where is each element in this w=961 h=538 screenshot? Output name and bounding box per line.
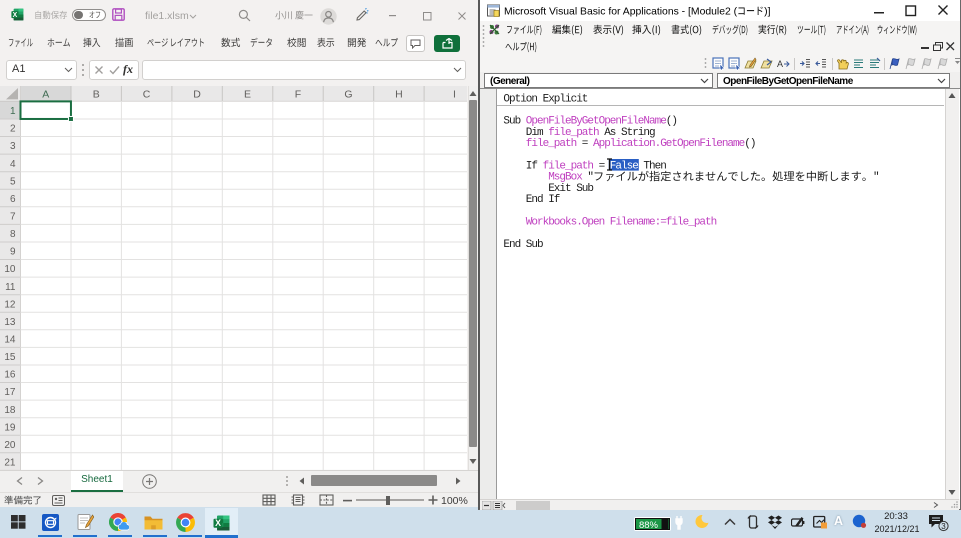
- svg-text:Sub: Sub: [503, 116, 521, 128]
- svg-text:MsgBox: MsgBox: [548, 172, 583, 184]
- svg-text:End If: End If: [526, 194, 561, 206]
- svg-text:As String: As String: [604, 127, 655, 139]
- svg-text:(): (): [666, 116, 678, 128]
- svg-text:Workbooks.Open Filename:=file_: Workbooks.Open Filename:=file_path: [526, 217, 717, 229]
- svg-text:Dim: Dim: [526, 127, 544, 139]
- svg-text:Application.GetOpenFilename: Application.GetOpenFilename: [593, 138, 745, 150]
- svg-text:=: =: [582, 138, 589, 150]
- svg-text:file_path: file_path: [548, 127, 599, 139]
- svg-text:Option Explicit: Option Explicit: [503, 93, 588, 105]
- svg-text:file_path: file_path: [543, 161, 594, 173]
- svg-text:OpenFileByGetOpenFileName: OpenFileByGetOpenFileName: [526, 116, 667, 128]
- svg-text:End Sub: End Sub: [503, 239, 543, 251]
- svg-text:file_path: file_path: [526, 138, 577, 150]
- svg-text:If: If: [526, 161, 538, 173]
- svg-text:(): (): [744, 138, 756, 150]
- svg-text:Exit Sub: Exit Sub: [548, 183, 594, 195]
